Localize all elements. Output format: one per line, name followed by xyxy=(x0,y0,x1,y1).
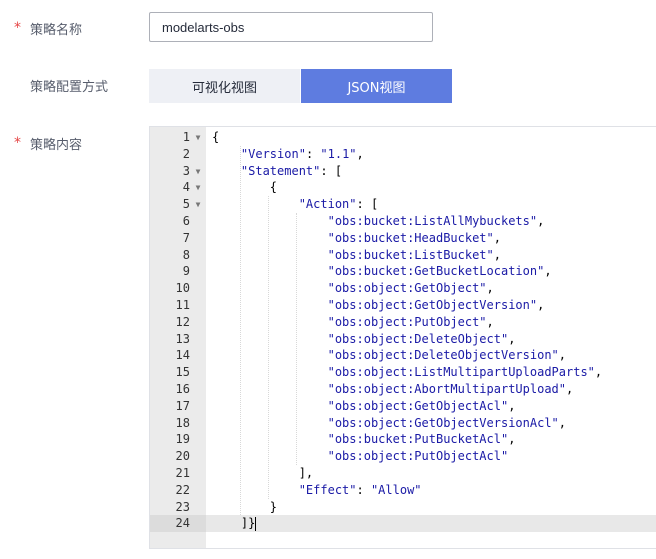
line-number: 11 xyxy=(175,298,190,312)
code-line[interactable]: 3 ▼ "Statement": [ xyxy=(150,163,656,180)
code-text: "obs:object:GetObjectVersion", xyxy=(327,298,545,312)
code-text: "Effect": "Allow" xyxy=(298,482,422,497)
code-line[interactable]: 2 "Version": "1.1", xyxy=(150,146,656,163)
policy-name-input[interactable] xyxy=(149,12,433,42)
line-number: 5 xyxy=(182,197,190,212)
line-number: 1 xyxy=(182,130,190,144)
line-number: 15 xyxy=(175,365,190,380)
code-text: "obs:object:GetObjectVersionAcl", xyxy=(327,415,567,430)
code-line[interactable]: 18 "obs:object:GetObjectVersionAcl", xyxy=(150,415,656,432)
code-text: "obs:object:GetObject", xyxy=(327,281,494,296)
code-line[interactable]: 11 "obs:object:GetObjectVersion", xyxy=(150,297,656,314)
indent-guide xyxy=(296,213,297,465)
json-view-tab-label: JSON视图 xyxy=(347,80,406,96)
code-text: "obs:object:GetObjectAcl", xyxy=(327,398,516,413)
code-line[interactable]: 7 "obs:bucket:HeadBucket", xyxy=(150,230,656,247)
code-text: "Version": "1.1", xyxy=(240,146,364,161)
required-mark: * xyxy=(14,135,21,151)
line-number: 12 xyxy=(175,314,190,329)
code-line[interactable]: 23 } xyxy=(150,499,656,516)
code-text: "obs:bucket:ListBucket", xyxy=(327,247,501,262)
line-number: 21 xyxy=(175,466,190,480)
fold-toggle-icon[interactable]: ▼ xyxy=(193,163,203,180)
code-text: "obs:object:AbortMultipartUpload", xyxy=(327,382,574,396)
code-line[interactable]: 17 "obs:object:GetObjectAcl", xyxy=(150,398,656,415)
code-line[interactable]: 24 ]} xyxy=(176,515,656,533)
line-number: 14 xyxy=(175,348,190,363)
code-line[interactable]: 6 "obs:bucket:ListAllMybuckets", xyxy=(150,213,656,230)
code-line[interactable]: 14 "obs:object:DeleteObjectVersion", xyxy=(150,347,656,364)
code-line[interactable]: 8 "obs:bucket:ListBucket", xyxy=(150,247,656,264)
code-line[interactable]: 13 "obs:object:DeleteObject", xyxy=(150,331,656,348)
code-line[interactable]: 5 ▼ "Action": [ xyxy=(150,196,656,213)
code-text: } xyxy=(212,499,278,514)
code-line[interactable]: 22 "Effect": "Allow" xyxy=(150,482,656,499)
line-number: 17 xyxy=(175,398,190,413)
required-mark: * xyxy=(14,20,21,36)
line-number: 20 xyxy=(175,449,190,464)
fold-toggle-icon[interactable]: ▼ xyxy=(193,129,203,146)
code-line[interactable]: 20 "obs:object:PutObjectAcl" xyxy=(150,448,656,465)
line-number: 23 xyxy=(175,499,190,514)
indent-guide xyxy=(268,196,269,499)
policy-name-label-text: 策略名称 xyxy=(30,22,83,38)
code-text: "obs:bucket:GetBucketLocation", xyxy=(327,264,552,279)
code-text: "obs:object:DeleteObjectVersion", xyxy=(327,348,567,363)
line-number: 18 xyxy=(175,415,190,430)
code-text: "obs:object:PutObjectAcl" xyxy=(327,449,509,464)
indent-guide xyxy=(240,145,241,516)
line-number: 10 xyxy=(175,281,190,296)
code-line[interactable]: 12 "obs:object:PutObject", xyxy=(150,314,656,331)
code-text: ]} xyxy=(212,516,257,531)
code-text: "obs:bucket:HeadBucket", xyxy=(327,230,501,245)
line-number: 6 xyxy=(182,214,190,228)
code-text: { xyxy=(212,180,278,195)
text-cursor xyxy=(255,516,257,531)
code-line[interactable]: 15 "obs:object:ListMultipartUploadParts"… xyxy=(150,364,656,381)
visual-view-tab[interactable]: 可视化视图 xyxy=(149,69,300,103)
fold-toggle-icon[interactable]: ▼ xyxy=(193,196,203,213)
line-number: 22 xyxy=(175,482,190,497)
config-mode-label-text: 策略配置方式 xyxy=(30,79,109,95)
code-text: "obs:object:PutObject", xyxy=(327,314,494,329)
fold-toggle-icon[interactable]: ▼ xyxy=(193,179,203,196)
policy-content-label: * 策略内容 xyxy=(14,133,82,153)
policy-name-label: * 策略名称 xyxy=(14,18,82,38)
code-text: "obs:bucket:ListAllMybuckets", xyxy=(327,214,545,228)
code-line[interactable]: 10 "obs:object:GetObject", xyxy=(150,280,656,297)
line-number: 24 xyxy=(175,516,190,531)
line-number: 4 xyxy=(182,180,190,195)
line-number: 13 xyxy=(175,331,190,346)
code-text: "obs:bucket:PutBucketAcl", xyxy=(327,432,516,447)
line-number: 16 xyxy=(175,382,190,396)
code-text: "obs:object:ListMultipartUploadParts", xyxy=(327,365,603,380)
code-line[interactable]: 16 "obs:object:AbortMultipartUpload", xyxy=(150,381,656,398)
code-line[interactable]: 4 ▼ { xyxy=(150,179,656,196)
line-number: 2 xyxy=(182,146,190,161)
line-number: 3 xyxy=(182,163,190,178)
code-line[interactable]: 19 "obs:bucket:PutBucketAcl", xyxy=(150,431,656,448)
visual-view-tab-label: 可视化视图 xyxy=(191,80,257,96)
code-text: "Statement": [ xyxy=(240,163,343,178)
code-line[interactable]: 21 ], xyxy=(150,465,656,482)
line-number: 9 xyxy=(182,264,190,279)
code-line[interactable]: 9 "obs:bucket:GetBucketLocation", xyxy=(150,263,656,280)
json-view-tab[interactable]: JSON视图 xyxy=(301,69,452,103)
code-line[interactable]: 1 ▼ { xyxy=(150,129,656,146)
config-mode-label: 策略配置方式 xyxy=(14,75,108,95)
policy-content-label-text: 策略内容 xyxy=(30,137,83,153)
code-text: { xyxy=(212,130,220,144)
line-number: 8 xyxy=(182,247,190,262)
json-code-editor[interactable]: 1 ▼{2 "Version": "1.1", 3 ▼ "Statement": [4… xyxy=(149,126,656,549)
code-text: "obs:object:DeleteObject", xyxy=(327,331,516,346)
line-number: 19 xyxy=(175,432,190,447)
line-number: 7 xyxy=(182,230,190,245)
code-text: "Action": [ xyxy=(298,197,379,212)
code-text: ], xyxy=(212,466,314,480)
